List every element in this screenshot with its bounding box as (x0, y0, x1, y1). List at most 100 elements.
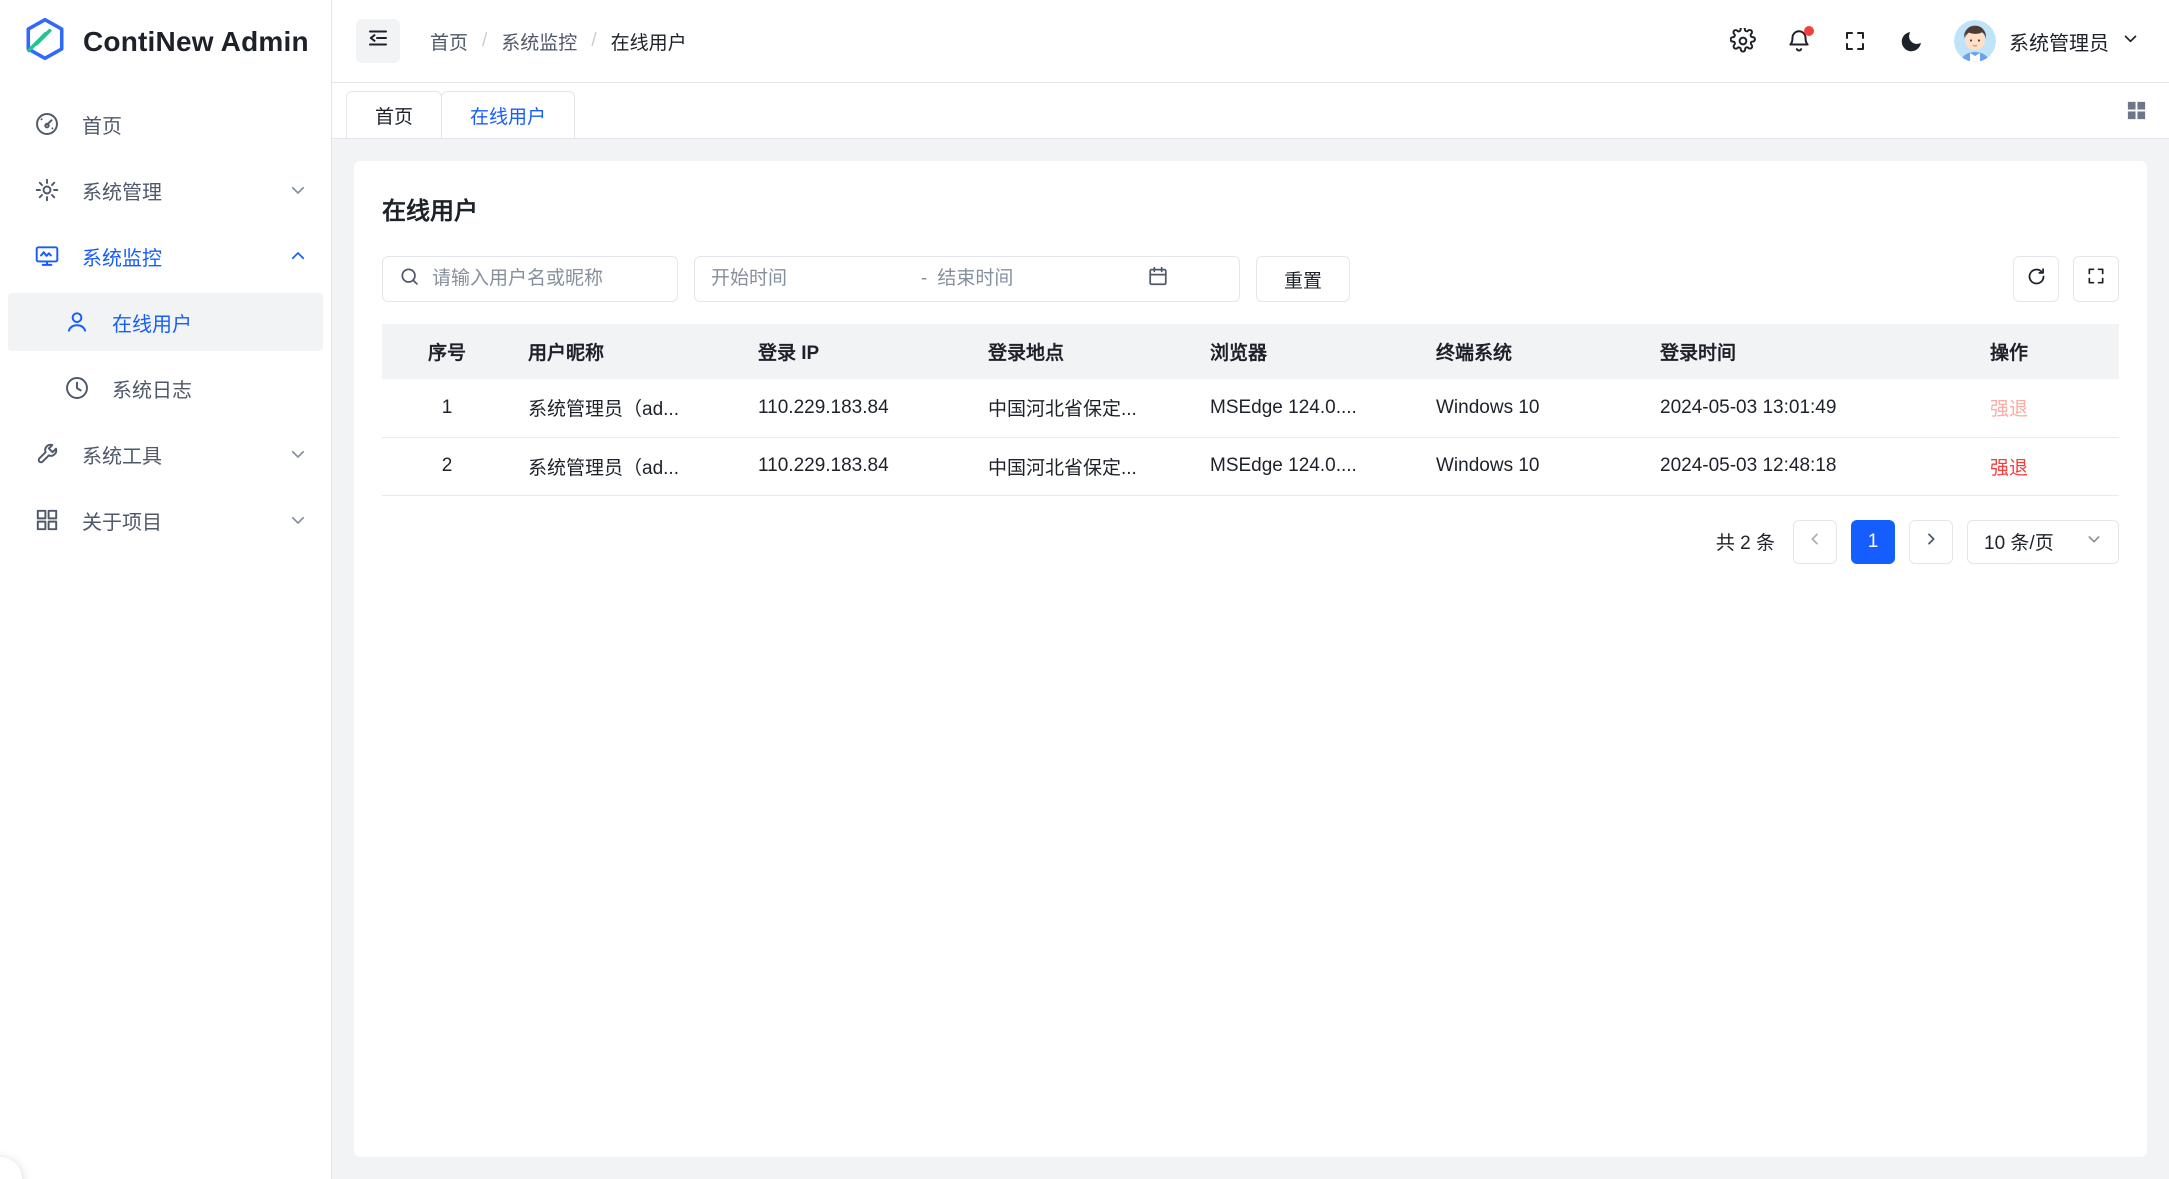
cell-browser: MSEdge 124.0.... (1194, 379, 1420, 437)
sidebar-item-online-users[interactable]: 在线用户 (8, 293, 323, 351)
pagination: 共 2 条 1 10 条/页 (382, 520, 2119, 564)
column-header-nickname: 用户昵称 (512, 324, 742, 379)
column-header-index: 序号 (382, 324, 512, 379)
avatar (1954, 20, 1996, 62)
breadcrumb-item[interactable]: 系统监控 (501, 28, 577, 55)
cell-nickname: 系统管理员（ad... (512, 379, 742, 437)
chevron-left-icon (1807, 531, 1823, 553)
chevron-down-icon (2122, 30, 2139, 53)
chevron-down-icon (2086, 531, 2102, 553)
refresh-button[interactable] (2013, 256, 2059, 302)
cell-login-time: 2024-05-03 12:48:18 (1644, 437, 1974, 495)
pagination-page-1[interactable]: 1 (1851, 520, 1895, 564)
force-logout-link: 强退 (1990, 399, 2028, 420)
grid-icon (34, 507, 60, 533)
wrench-icon (34, 441, 60, 467)
column-header-browser: 浏览器 (1194, 324, 1420, 379)
notification-badge (1804, 26, 1814, 36)
tab-home[interactable]: 首页 (346, 91, 442, 138)
cell-os: Windows 10 (1420, 379, 1644, 437)
sidebar-item-label: 在线用户 (112, 308, 192, 337)
table-row: 2 系统管理员（ad... 110.229.183.84 中国河北省保定... … (382, 437, 2119, 495)
sidebar-item-label: 关于项目 (82, 506, 162, 535)
breadcrumb-separator: / (482, 30, 487, 52)
page-title: 在线用户 (382, 191, 2119, 226)
topbar-actions: 系统管理员 (1730, 20, 2139, 62)
column-header-actions: 操作 (1974, 324, 2119, 379)
gear-icon (34, 177, 60, 203)
main-column: 首页 / 系统监控 / 在线用户 (332, 0, 2169, 1179)
reset-button[interactable]: 重置 (1256, 256, 1350, 302)
column-header-ip: 登录 IP (742, 324, 972, 379)
cell-nickname: 系统管理员（ad... (512, 437, 742, 495)
clock-icon (64, 375, 90, 401)
sidebar-item-label: 系统监控 (82, 242, 162, 271)
user-menu[interactable]: 系统管理员 (1954, 20, 2139, 62)
filter-row: - 重置 (382, 256, 2119, 302)
date-range-field[interactable]: - (694, 256, 1240, 302)
dark-mode-moon-icon[interactable] (1898, 28, 1924, 54)
date-start-input[interactable] (711, 268, 911, 290)
refresh-icon (2026, 266, 2047, 293)
pagination-prev-button[interactable] (1793, 520, 1837, 564)
breadcrumb-separator: / (591, 30, 596, 52)
topbar: 首页 / 系统监控 / 在线用户 (332, 0, 2169, 83)
cell-login-time: 2024-05-03 13:01:49 (1644, 379, 1974, 437)
brand-title: ContiNew Admin (83, 26, 309, 58)
sidebar: ContiNew Admin 首页 系统管理 (0, 0, 332, 1179)
breadcrumb: 首页 / 系统监控 / 在线用户 (430, 28, 687, 55)
column-header-login-time: 登录时间 (1644, 324, 1974, 379)
search-field[interactable] (382, 256, 678, 302)
sidebar-item-label: 系统管理 (82, 176, 162, 205)
search-icon (399, 266, 420, 293)
breadcrumb-item[interactable]: 首页 (430, 28, 468, 55)
settings-drawer-handle[interactable] (0, 1157, 22, 1179)
force-logout-link[interactable]: 强退 (1990, 458, 2028, 479)
cell-location: 中国河北省保定... (972, 437, 1194, 495)
page-size-value: 10 条/页 (1984, 528, 2054, 555)
column-header-location: 登录地点 (972, 324, 1194, 379)
brand[interactable]: ContiNew Admin (0, 0, 331, 83)
search-input[interactable] (432, 268, 661, 290)
page-size-select[interactable]: 10 条/页 (1967, 520, 2119, 564)
notification-bell-icon[interactable] (1786, 28, 1812, 54)
tab-online-users[interactable]: 在线用户 (441, 91, 575, 138)
tab-label: 首页 (375, 102, 413, 129)
cell-os: Windows 10 (1420, 437, 1644, 495)
expand-icon (2086, 266, 2106, 292)
column-header-os: 终端系统 (1420, 324, 1644, 379)
sidebar-item-home[interactable]: 首页 (8, 95, 323, 153)
sidebar-item-label: 首页 (82, 110, 122, 139)
user-icon (64, 309, 90, 335)
sidebar-item-system-tools[interactable]: 系统工具 (8, 425, 323, 483)
dashboard-icon (34, 111, 60, 137)
sidebar-item-system-log[interactable]: 系统日志 (8, 359, 323, 417)
settings-gear-icon[interactable] (1730, 28, 1756, 54)
chevron-up-icon (289, 247, 307, 265)
online-users-table: 序号 用户昵称 登录 IP 登录地点 浏览器 终端系统 登录时间 操作 1 (382, 324, 2119, 496)
table-row: 1 系统管理员（ad... 110.229.183.84 中国河北省保定... … (382, 379, 2119, 437)
sidebar-item-about-project[interactable]: 关于项目 (8, 491, 323, 549)
user-name: 系统管理员 (2009, 27, 2109, 56)
chevron-down-icon (289, 445, 307, 463)
sidebar-collapse-button[interactable] (356, 19, 400, 63)
table-fullscreen-button[interactable] (2073, 256, 2119, 302)
cell-ip: 110.229.183.84 (742, 379, 972, 437)
tabbar: 首页 在线用户 (332, 83, 2169, 139)
pagination-next-button[interactable] (1909, 520, 1953, 564)
sidebar-item-system-management[interactable]: 系统管理 (8, 161, 323, 219)
chevron-down-icon (289, 181, 307, 199)
cell-index: 2 (382, 437, 512, 495)
date-end-input[interactable] (937, 268, 1137, 290)
cell-browser: MSEdge 124.0.... (1194, 437, 1420, 495)
calendar-icon (1147, 265, 1169, 293)
cell-index: 1 (382, 379, 512, 437)
sidebar-menu: 首页 系统管理 (0, 83, 331, 549)
pagination-total: 共 2 条 (1716, 528, 1775, 555)
fullscreen-icon[interactable] (1842, 28, 1868, 54)
content-area: 在线用户 - (332, 139, 2169, 1179)
breadcrumb-item-current: 在线用户 (611, 28, 687, 55)
sidebar-item-system-monitor[interactable]: 系统监控 (8, 227, 323, 285)
tab-grid-icon[interactable] (2123, 98, 2149, 124)
tab-label: 在线用户 (470, 102, 546, 129)
